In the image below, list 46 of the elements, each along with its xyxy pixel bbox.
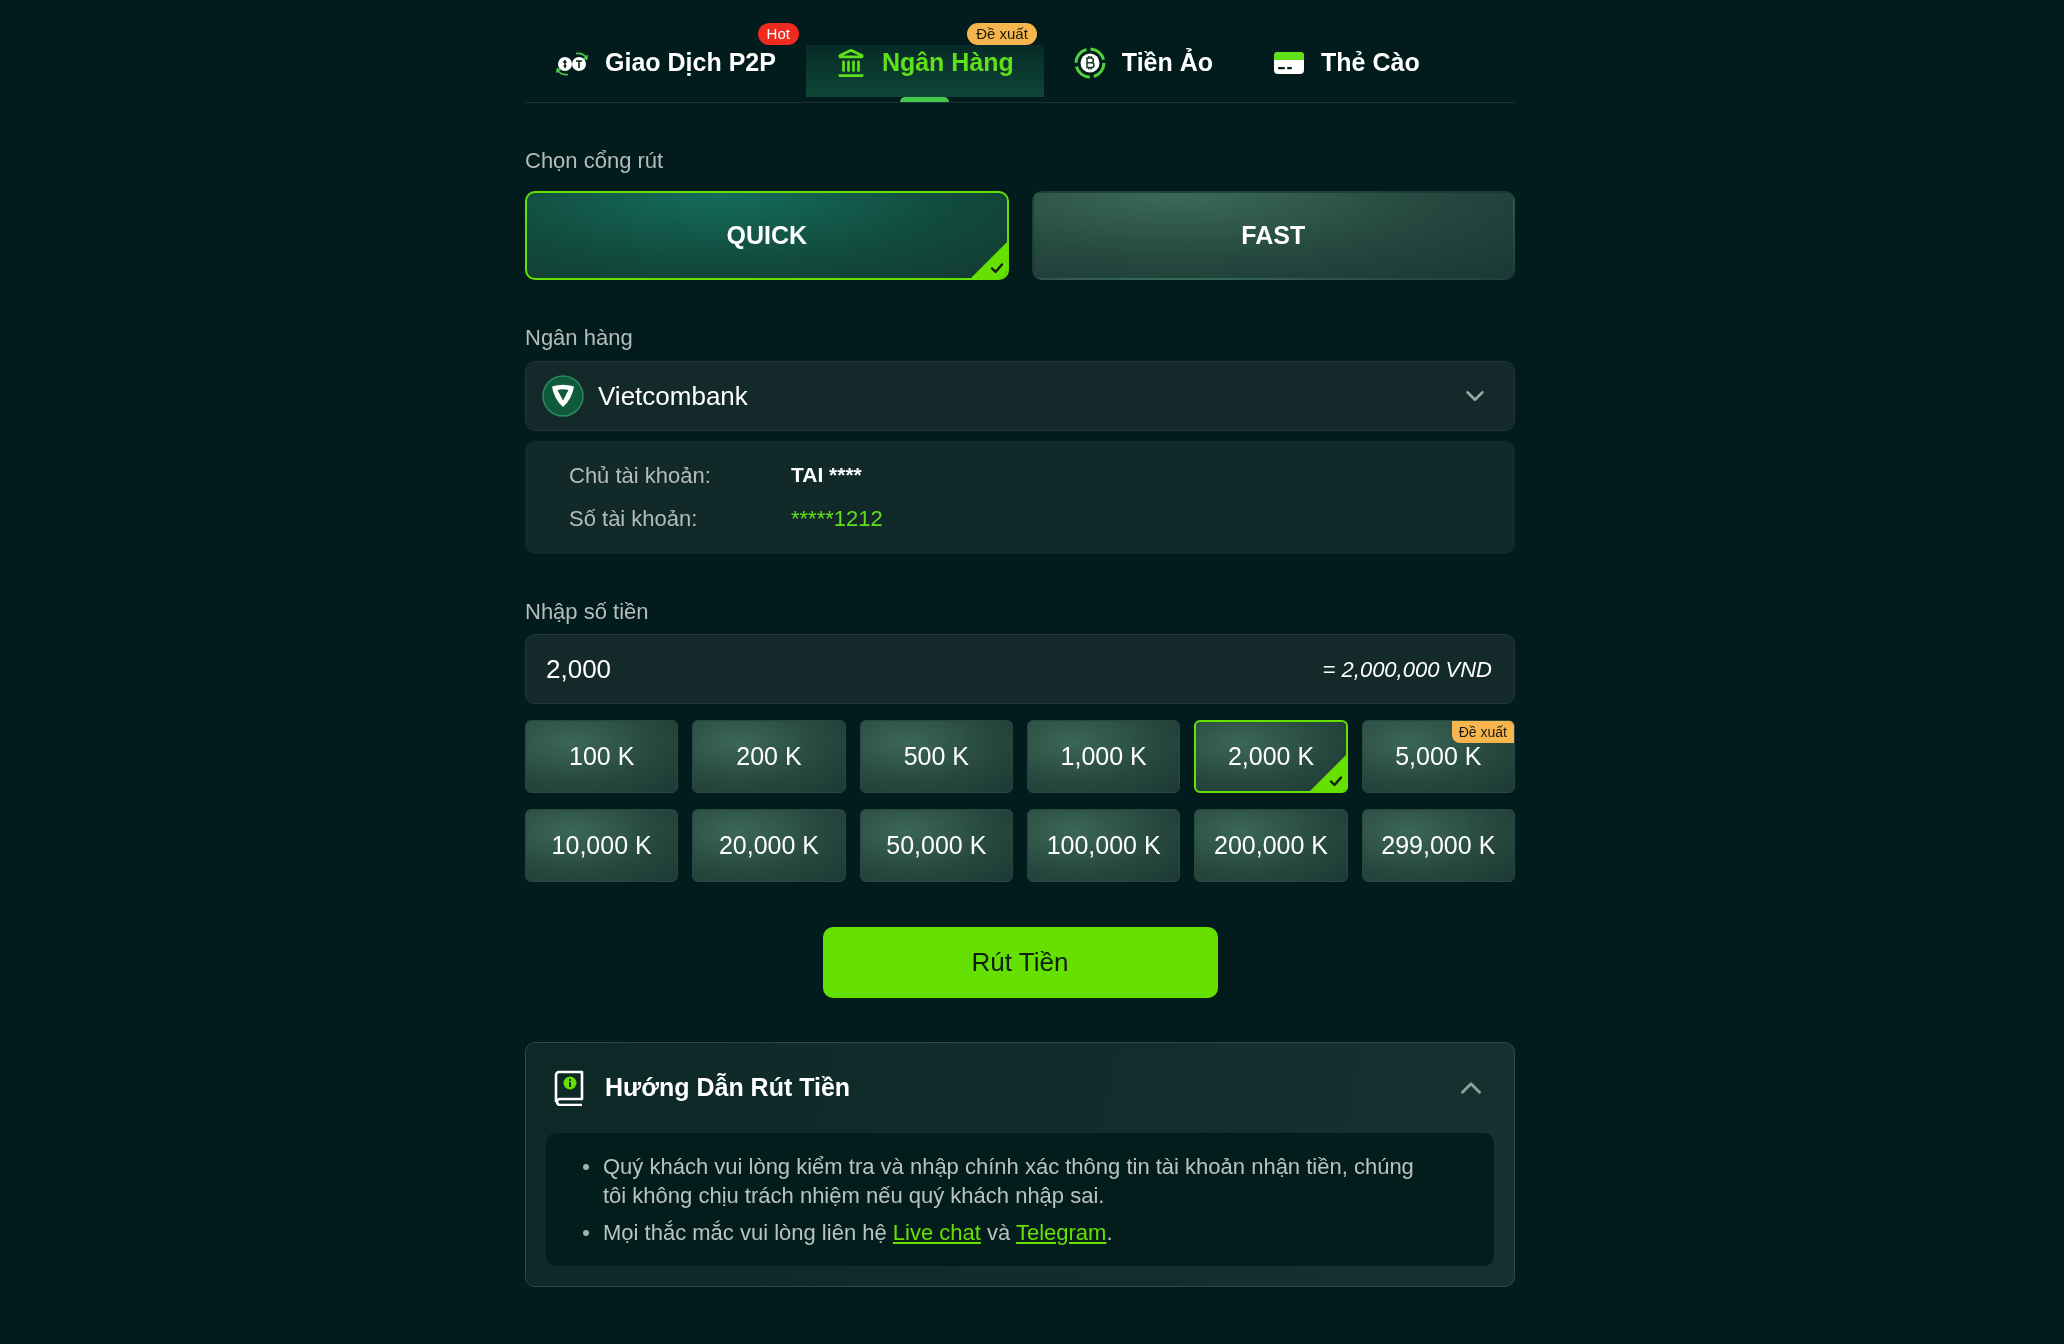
amount-input-field[interactable]: 2,000 = 2,000,000 VND bbox=[525, 634, 1515, 704]
field-label: Số tài khoản: bbox=[569, 504, 699, 533]
bank-logo-icon bbox=[542, 375, 584, 417]
amount-input[interactable]: 2,000 bbox=[526, 635, 1307, 703]
guide-text: Quý khách vui lòng kiểm tra và nhập chính xác thông tin tài khoản nhận tiền, chúng tôi không chịu trách nhiệm nếu quý khách nhập sai. bbox=[603, 1153, 1415, 1210]
amount-preset-button[interactable]: 200,000 K bbox=[1194, 809, 1348, 882]
amount-preset-button[interactable]: 100,000 K bbox=[1027, 809, 1181, 882]
inline-link[interactable]: Telegram bbox=[1015, 1220, 1107, 1245]
amount-preset-button[interactable]: 20,000 K bbox=[692, 809, 846, 882]
bullet-icon bbox=[583, 1164, 589, 1170]
amount-preset-button[interactable]: 500 K bbox=[859, 720, 1013, 793]
bullet-icon bbox=[583, 1230, 589, 1236]
gate-option-button[interactable]: QUICK bbox=[525, 191, 1009, 280]
amount-preset-button[interactable]: 10,000 K bbox=[525, 809, 679, 882]
section-label: Nhập số tiền bbox=[525, 599, 650, 625]
amount-preset-button[interactable]: 200 K bbox=[692, 720, 846, 793]
amount-preset-button[interactable]: 100 K bbox=[525, 720, 679, 793]
section-label: Chọn cổng rút bbox=[525, 148, 665, 174]
amount-preset-button[interactable]: 50,000 K bbox=[859, 809, 1013, 882]
suggestion-badge: Đề xuất bbox=[1451, 721, 1514, 743]
guide-title: Hướng Dẫn Rút Tiền bbox=[605, 1072, 851, 1104]
check-mark-icon bbox=[970, 242, 1007, 278]
inline-link[interactable]: Live chat bbox=[892, 1220, 981, 1245]
amount-preset-button[interactable]: 2,000 K bbox=[1194, 720, 1348, 793]
bitcoin-icon bbox=[1073, 47, 1106, 79]
card-icon bbox=[1273, 50, 1306, 76]
coins-exchange-icon bbox=[555, 50, 589, 76]
tab[interactable]: Giao Dịch P2P bbox=[525, 45, 806, 97]
tab-badge: Hot bbox=[757, 23, 799, 45]
field-label: Chủ tài khoản: bbox=[569, 461, 712, 490]
tab[interactable]: Thẻ Cào bbox=[1243, 45, 1450, 97]
bank-icon bbox=[835, 48, 866, 78]
field-value: *****1212 bbox=[791, 504, 883, 533]
tab[interactable]: Ngân Hàng bbox=[805, 45, 1044, 97]
tab[interactable]: Tiền Ảo bbox=[1043, 45, 1244, 97]
tab-badge: Đề xuất bbox=[967, 23, 1037, 45]
gate-option-button[interactable]: FAST bbox=[1031, 191, 1515, 280]
withdraw-button[interactable]: Rút Tiền bbox=[822, 927, 1218, 998]
section-label: Ngân hàng bbox=[525, 325, 634, 351]
active-tab-indicator bbox=[900, 97, 950, 102]
amount-preset-button[interactable]: 1,000 K bbox=[1027, 720, 1181, 793]
bank-select[interactable]: Vietcombank bbox=[525, 361, 1515, 431]
guide-text: Mọi thắc mắc vui lòng liên hệ Live chat và Telegram. bbox=[603, 1219, 1113, 1247]
conversion-text: = 2,000,000 VND bbox=[1322, 655, 1492, 684]
amount-preset-button[interactable]: 299,000 K bbox=[1361, 809, 1515, 882]
field-value: TAI **** bbox=[791, 462, 862, 489]
